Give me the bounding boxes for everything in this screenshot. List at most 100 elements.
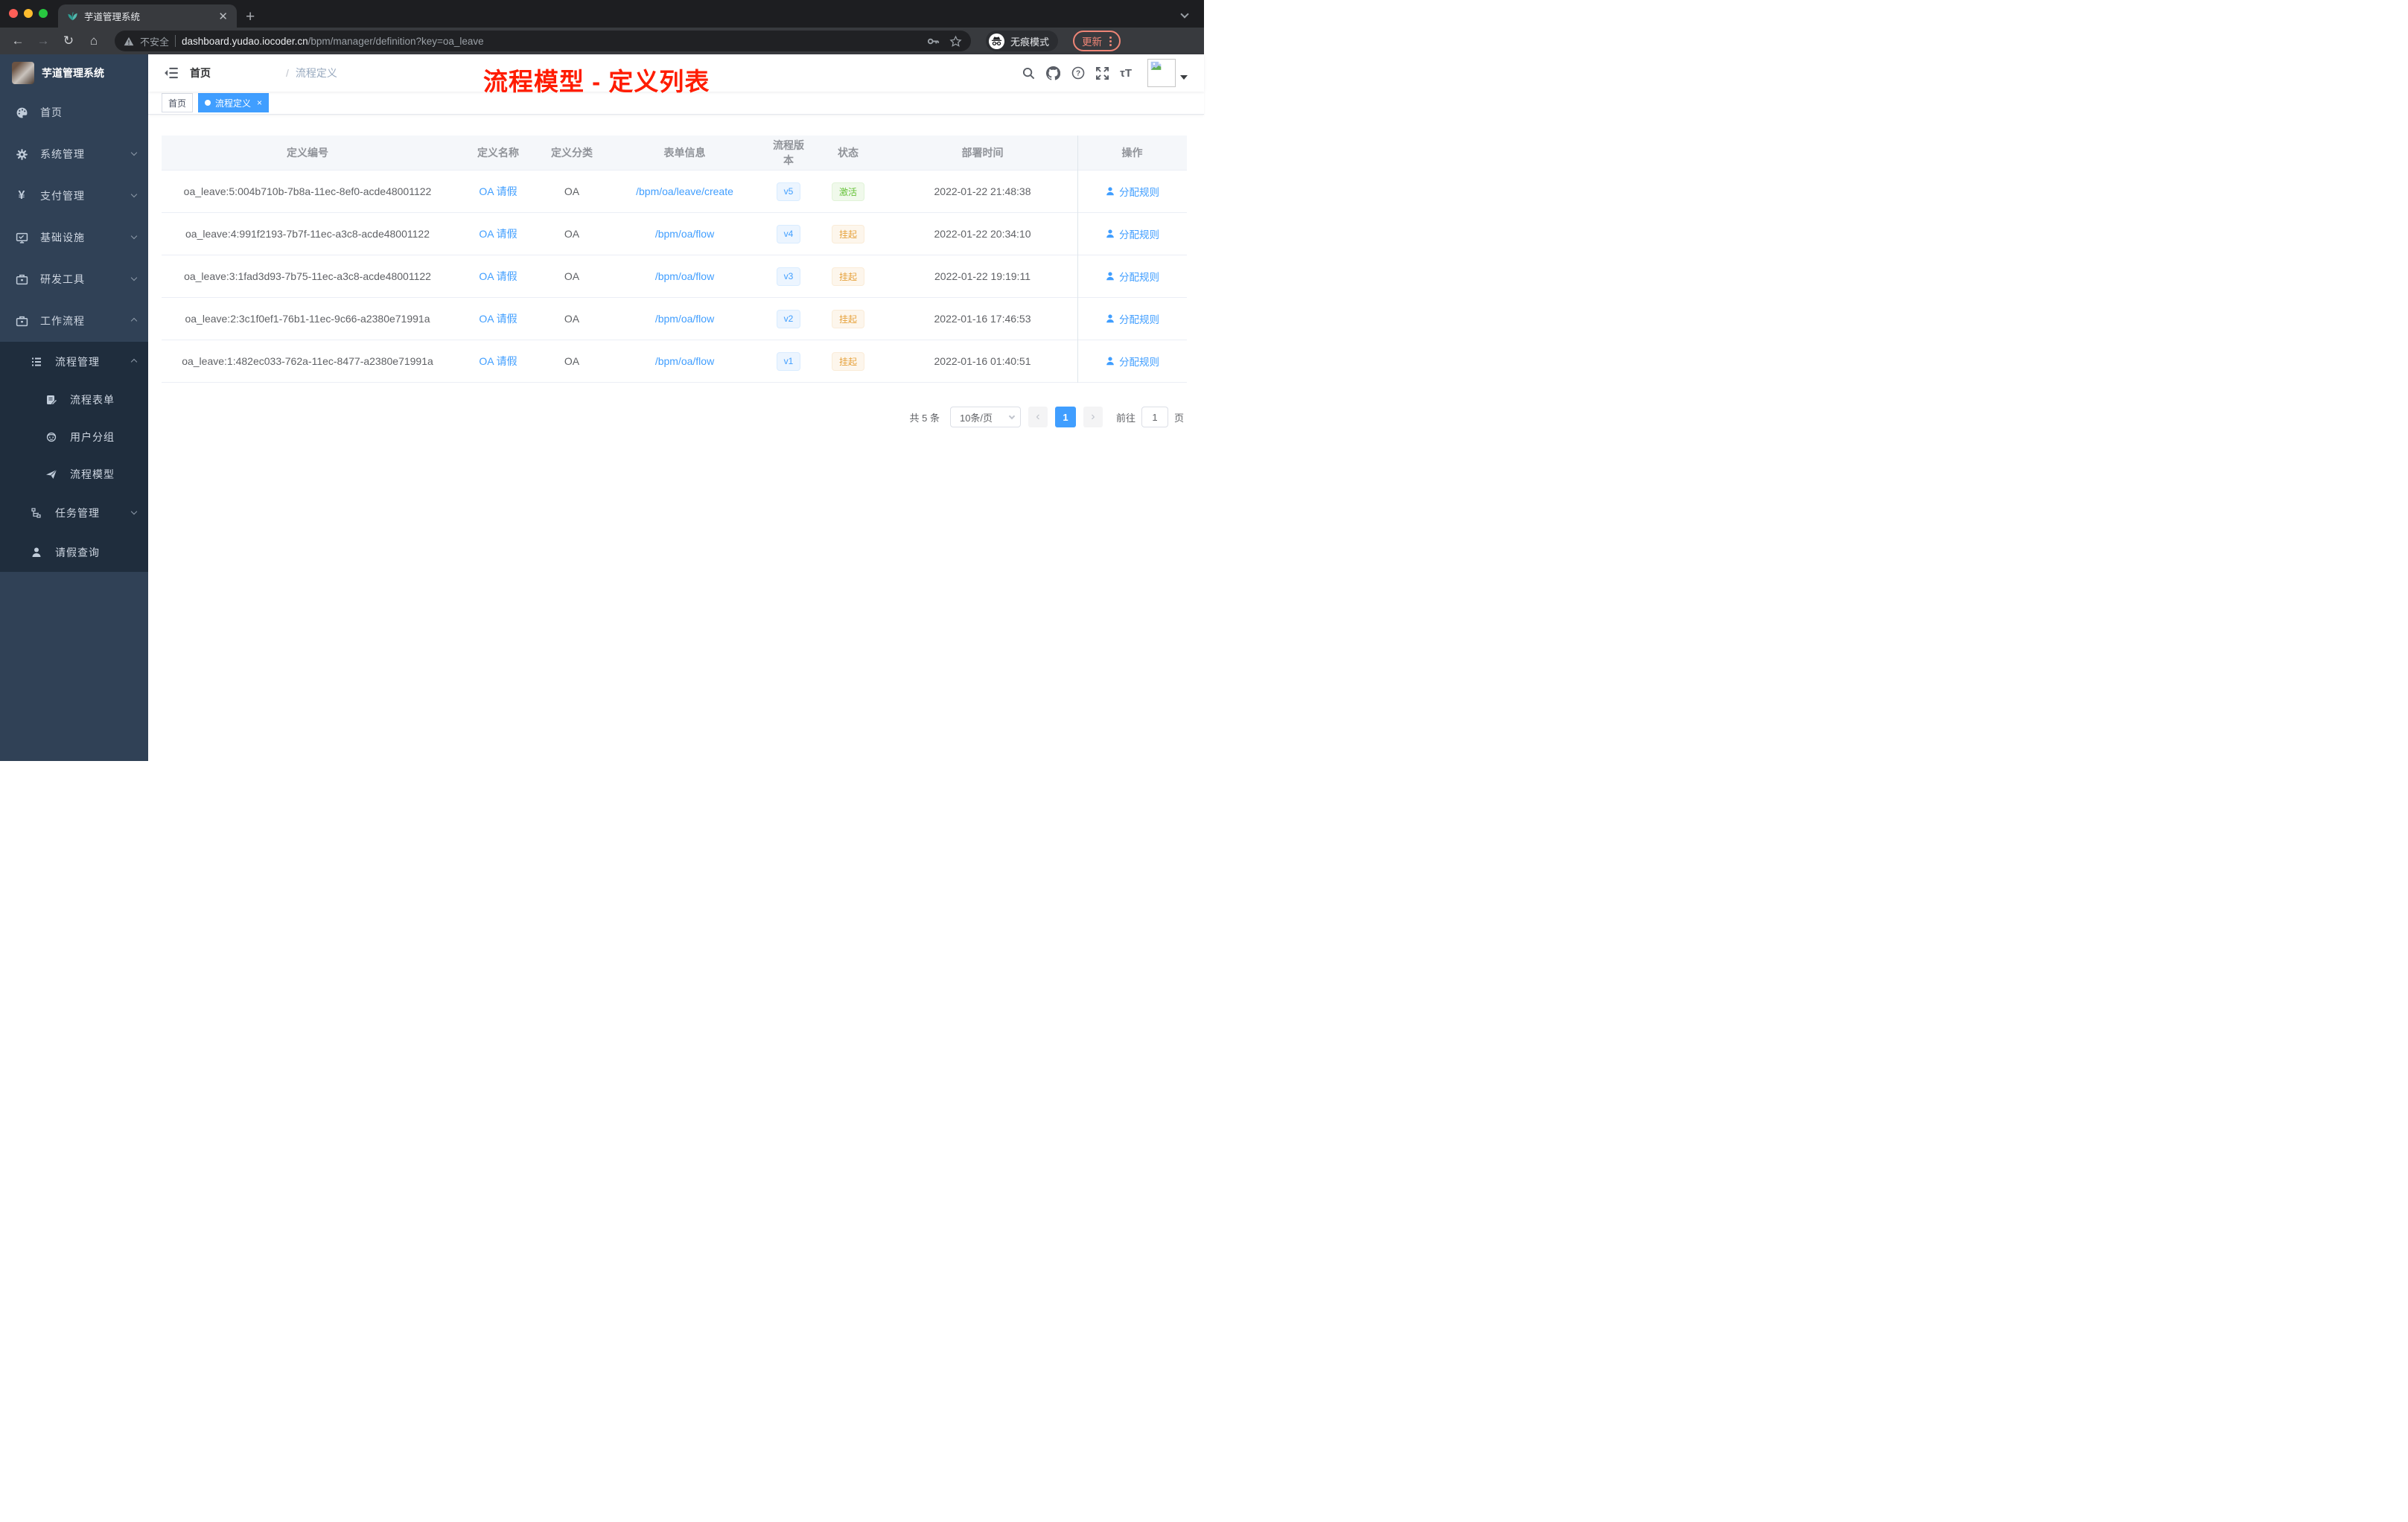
tag-home[interactable]: 首页 (162, 93, 194, 112)
table-row: oa_leave:5:004b710b-7b8a-11ec-8ef0-acde4… (162, 171, 1187, 213)
form-link[interactable]: /bpm/oa/flow (655, 355, 714, 367)
breadcrumb-home[interactable]: 首页 (190, 66, 279, 80)
prev-page-button[interactable]: ‹ (1028, 407, 1048, 427)
font-size-icon[interactable]: τT (1120, 67, 1132, 80)
omnibox-divider (175, 35, 176, 47)
form-link[interactable]: /bpm/oa/flow (655, 313, 714, 325)
incognito-label: 无痕模式 (1010, 36, 1050, 48)
definition-name-link[interactable]: OA 请假 (479, 311, 517, 326)
gear-icon (15, 148, 28, 161)
tab-close-icon[interactable]: ✕ (215, 10, 231, 23)
version-badge: v1 (776, 351, 801, 371)
page-size-select[interactable]: 10条/页 (949, 407, 1021, 427)
assign-rule-link[interactable]: 分配规则 (1105, 354, 1159, 369)
minimize-window-button[interactable] (24, 9, 33, 18)
breadcrumb: 首页 / 流程定义 (190, 66, 354, 80)
not-secure-warning-icon (124, 36, 134, 46)
definition-name-link[interactable]: OA 请假 (479, 184, 517, 199)
col-header-name: 定义名称 (477, 147, 519, 159)
definition-name-link[interactable]: OA 请假 (479, 226, 517, 241)
goto-label: 前往 (1115, 412, 1135, 424)
tag-process-definition[interactable]: 流程定义 × (198, 93, 270, 112)
user-avatar-menu[interactable] (1147, 59, 1188, 87)
tag-close-icon[interactable]: × (257, 98, 262, 107)
forward-icon[interactable]: → (33, 31, 54, 51)
definition-category: OA (564, 355, 580, 367)
browser-menu-icon[interactable] (1109, 36, 1112, 46)
sidebar-item-payment[interactable]: ¥ 支付管理 (0, 175, 148, 217)
assign-rule-link[interactable]: 分配规则 (1105, 184, 1159, 199)
caret-down-icon (1180, 75, 1188, 80)
maximize-window-button[interactable] (39, 9, 48, 18)
version-badge: v4 (776, 224, 801, 243)
toolbox-icon (15, 273, 28, 286)
user-icon (1105, 356, 1115, 366)
sidebar-item-system[interactable]: 系统管理 (0, 133, 148, 175)
pagination: 共 5 条 10条/页 ‹ 1 › 前往 1 页 (162, 407, 1187, 427)
monitor-icon (15, 232, 28, 244)
password-key-icon[interactable] (926, 34, 940, 48)
active-tag-dot (205, 100, 211, 106)
sidebar-item-task-management[interactable]: 任务管理 (0, 493, 148, 532)
close-window-button[interactable] (9, 9, 18, 18)
address-bar[interactable]: 不安全 dashboard.yudao.iocoder.cn/bpm/manag… (115, 31, 971, 51)
page-label: 页 (1173, 412, 1184, 424)
incognito-icon (988, 33, 1005, 50)
help-icon[interactable]: ? (1071, 66, 1085, 80)
reload-icon[interactable]: ↻ (58, 31, 79, 51)
chevron-down-icon (1008, 413, 1016, 419)
chevron-down-icon (130, 508, 138, 515)
definition-name-link[interactable]: OA 请假 (479, 354, 517, 369)
definition-name-link[interactable]: OA 请假 (479, 269, 517, 284)
sidebar-item-user-group[interactable]: 用户分组 (0, 418, 148, 456)
user-group-icon (45, 431, 58, 443)
version-badge: v2 (776, 309, 801, 328)
assign-rule-link[interactable]: 分配规则 (1105, 226, 1159, 241)
current-page-button[interactable]: 1 (1054, 407, 1076, 427)
sidebar-item-infra[interactable]: 基础设施 (0, 217, 148, 258)
form-edit-icon (45, 394, 58, 406)
form-link[interactable]: /bpm/oa/flow (655, 228, 714, 240)
bookmark-star-icon[interactable] (949, 35, 962, 48)
sidebar-item-home[interactable]: 首页 (0, 92, 148, 133)
github-icon[interactable] (1046, 66, 1061, 80)
url-text[interactable]: dashboard.yudao.iocoder.cn/bpm/manager/d… (182, 36, 920, 47)
sidebar-item-process-form[interactable]: 流程表单 (0, 381, 148, 418)
briefcase-icon (15, 315, 28, 328)
fullscreen-icon[interactable] (1096, 66, 1109, 80)
assign-rule-link[interactable]: 分配规则 (1105, 311, 1159, 326)
sidebar-item-devtools[interactable]: 研发工具 (0, 258, 148, 300)
table-row: oa_leave:2:3c1f0ef1-76b1-11ec-9c66-a2380… (162, 298, 1187, 340)
deploy-time: 2022-01-16 17:46:53 (934, 313, 1031, 325)
security-label[interactable]: 不安全 (140, 34, 169, 48)
tab-search-icon[interactable] (1180, 7, 1189, 19)
col-header-version: 流程版本 (773, 139, 804, 166)
form-link[interactable]: /bpm/oa/flow (655, 270, 714, 282)
assign-rule-link[interactable]: 分配规则 (1105, 269, 1159, 284)
status-badge: 挂起 (831, 309, 864, 328)
sidebar-logo[interactable]: 芋道管理系统 (0, 54, 148, 92)
browser-tab[interactable]: 芋道管理系统 ✕ (58, 4, 237, 28)
search-icon[interactable] (1022, 67, 1035, 80)
sidebar-collapse-icon[interactable] (165, 67, 178, 79)
home-icon[interactable]: ⌂ (83, 31, 104, 51)
new-tab-button[interactable]: + (246, 9, 255, 25)
definition-table: 定义编号 定义名称 定义分类 表单信息 流程版本 状态 部署时间 操作 oa_l… (162, 136, 1187, 383)
browser-update-button[interactable]: 更新 (1073, 31, 1121, 51)
dashboard-icon (15, 106, 28, 119)
user-icon (1105, 229, 1115, 239)
sidebar-item-leave-query[interactable]: 请假查询 (0, 532, 148, 572)
sidebar-item-process-model[interactable]: 流程模型 (0, 456, 148, 493)
next-page-button[interactable]: › (1083, 407, 1103, 427)
user-icon (1105, 313, 1115, 324)
deploy-time: 2022-01-22 20:34:10 (934, 228, 1031, 240)
back-icon[interactable]: ← (7, 31, 28, 51)
sidebar-item-workflow[interactable]: 工作流程 (0, 300, 148, 342)
table-body: oa_leave:5:004b710b-7b8a-11ec-8ef0-acde4… (162, 171, 1187, 383)
form-link[interactable]: /bpm/oa/leave/create (636, 185, 733, 197)
version-badge: v5 (776, 182, 801, 201)
sidebar-item-process-management[interactable]: 流程管理 (0, 342, 148, 381)
paper-plane-icon (45, 468, 58, 480)
goto-page-input[interactable]: 1 (1141, 407, 1168, 427)
window-controls[interactable] (9, 9, 48, 18)
